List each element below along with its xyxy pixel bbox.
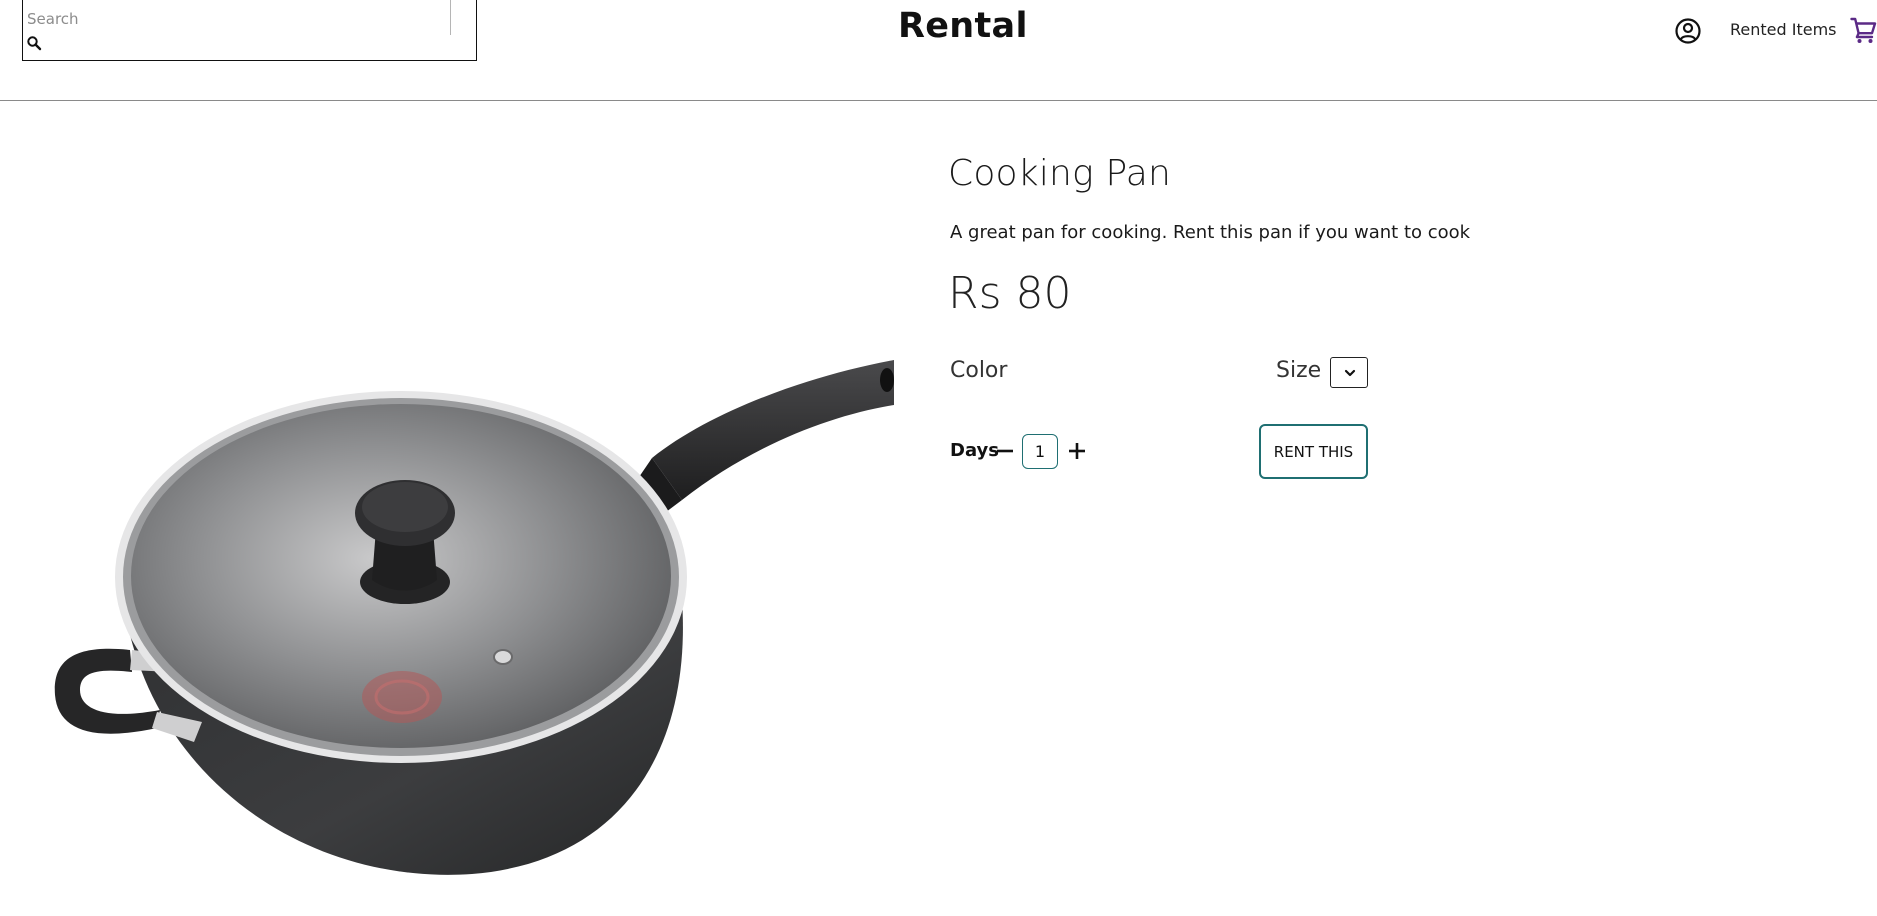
rent-this-button[interactable]: RENT THIS xyxy=(1259,424,1368,479)
days-label: Days xyxy=(950,440,999,461)
search-icon[interactable] xyxy=(26,35,42,51)
search-divider xyxy=(450,0,451,35)
product-image xyxy=(54,360,894,875)
plus-icon[interactable] xyxy=(1066,440,1088,462)
search-input[interactable] xyxy=(25,5,450,33)
account-circle-icon[interactable] xyxy=(1674,17,1702,45)
minus-icon[interactable] xyxy=(994,440,1016,462)
search-box xyxy=(22,0,477,61)
size-select[interactable] xyxy=(1330,357,1368,388)
brand-logo[interactable]: Rental xyxy=(898,6,1028,46)
chevron-down-icon xyxy=(1344,369,1356,377)
days-quantity[interactable]: 1 xyxy=(1022,434,1058,469)
header: Rental Rented Items xyxy=(0,0,1877,101)
cart-icon[interactable] xyxy=(1850,16,1877,44)
product-title: Cooking Pan xyxy=(948,153,1172,194)
color-label: Color xyxy=(950,358,1008,383)
product-description: A great pan for cooking. Rent this pan i… xyxy=(950,222,1471,243)
size-label: Size xyxy=(1276,358,1322,383)
rented-items-link[interactable]: Rented Items xyxy=(1730,20,1837,39)
product-price: Rs 80 xyxy=(948,268,1072,319)
